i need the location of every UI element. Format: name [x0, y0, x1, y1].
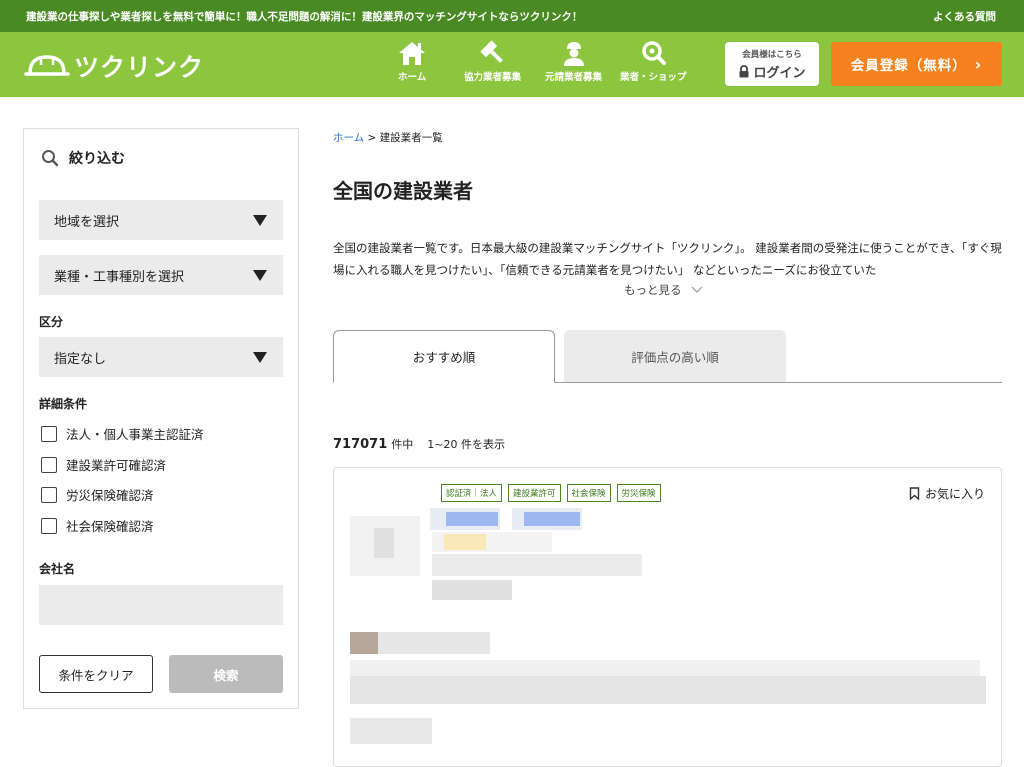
tab-top-rated[interactable]: 評価点の高い順 — [564, 330, 786, 382]
nav-contractor-label: 元請業者募集 — [545, 72, 603, 83]
division-select[interactable]: 指定なし — [39, 337, 283, 377]
nav-home[interactable]: ホーム — [398, 40, 426, 83]
company-label: 会社名 — [39, 562, 76, 576]
company-card[interactable]: 認証済｜法人 建設業許可 社会保険 労災保険 お気に入り — [333, 467, 1002, 767]
house-icon — [399, 42, 426, 65]
badge-social-insurance: 社会保険 — [566, 484, 611, 502]
nav-shops[interactable]: 業者・ショップ — [620, 40, 687, 83]
filter-heading: 絞り込む — [41, 148, 125, 168]
nav-home-label: ホーム — [398, 72, 427, 83]
chevron-right-icon: › — [974, 54, 983, 74]
show-more-label: もっと見る — [624, 283, 682, 297]
check-label: 社会保険確認済 — [66, 519, 154, 534]
login-note: 会員様はこちら — [742, 49, 802, 60]
check-label: 労災保険確認済 — [66, 488, 154, 503]
checkbox[interactable] — [41, 486, 57, 503]
checkbox[interactable] — [41, 456, 57, 473]
region-select-label: 地域を選択 — [54, 214, 120, 230]
register-button[interactable]: 会員登録（無料） › — [831, 42, 1002, 86]
badge-license: 建設業許可 — [508, 484, 561, 502]
region-select[interactable]: 地域を選択 — [39, 200, 283, 240]
favorite-label: お気に入り — [924, 487, 985, 501]
nav-shops-label: 業者・ショップ — [620, 72, 687, 83]
badge-verified: 認証済｜法人 — [441, 484, 503, 502]
check-license-verified[interactable]: 建設業許可確認済 — [41, 455, 166, 474]
triangle-down-icon — [253, 269, 267, 281]
checkbox[interactable] — [41, 517, 57, 534]
breadcrumb: ホーム > 建設業者一覧 — [333, 130, 443, 145]
bookmark-icon — [909, 487, 920, 500]
tab-recommended[interactable]: おすすめ順 — [333, 330, 555, 383]
favorite-button[interactable]: お気に入り — [909, 485, 985, 502]
faq-link[interactable]: よくある質問 — [933, 9, 996, 24]
check-workers-insurance[interactable]: 労災保険確認済 — [41, 485, 154, 504]
check-identity-verified[interactable]: 法人・個人事業主認証済 — [41, 424, 204, 443]
search-button[interactable]: 検索 — [169, 655, 283, 693]
details-label: 詳細条件 — [39, 397, 88, 411]
badge-workers-insurance: 労災保険 — [616, 484, 661, 502]
check-label: 法人・個人事業主認証済 — [66, 427, 204, 442]
division-select-label: 指定なし — [54, 351, 107, 367]
badge-list: 認証済｜法人 建設業許可 社会保険 労災保険 — [441, 484, 661, 502]
breadcrumb-separator: > — [364, 132, 380, 144]
nav-partner-label: 協力業者募集 — [464, 72, 522, 83]
login-label: ログイン — [753, 65, 806, 81]
result-range: 1~20 件を表示 — [427, 438, 505, 451]
result-count: 717071 件中 1~20 件を表示 — [333, 436, 505, 452]
announcement-bar: 建設業の仕事探しや業者探しを無料で簡単に！職人不足問題の解消に！建設業界のマッチ… — [0, 0, 1024, 32]
page-description: 全国の建設業者一覧です。日本最大級の建設業マッチングサイト「ツクリンク」。 建設… — [333, 241, 1002, 277]
breadcrumb-current: 建設業者一覧 — [379, 132, 443, 144]
search-icon — [642, 41, 667, 65]
filter-title: 絞り込む — [69, 151, 125, 167]
triangle-down-icon — [253, 214, 267, 226]
show-more-link[interactable]: もっと見る — [624, 282, 704, 298]
division-label: 区分 — [39, 315, 64, 329]
hammer-icon — [480, 40, 503, 63]
check-social-insurance[interactable]: 社会保険確認済 — [41, 516, 154, 535]
result-total: 717071 — [333, 437, 388, 452]
helmet-icon — [24, 55, 70, 76]
triangle-down-icon — [253, 351, 267, 363]
page-title: 全国の建設業者 — [333, 179, 473, 203]
login-button[interactable]: 会員様はこちら ログイン — [725, 42, 819, 86]
logo-text: ツクリンク — [74, 53, 205, 82]
logo[interactable]: ツクリンク — [24, 48, 204, 84]
search-icon — [42, 150, 59, 167]
check-label: 建設業許可確認済 — [66, 458, 167, 473]
lock-icon — [739, 64, 749, 77]
clear-button[interactable]: 条件をクリア — [39, 655, 153, 693]
announcement-text: 建設業の仕事探しや業者探しを無料で簡単に！職人不足問題の解消に！建設業界のマッチ… — [26, 10, 583, 23]
nav-partner-recruit[interactable]: 協力業者募集 — [464, 40, 521, 83]
category-select-label: 業種・工事種別を選択 — [54, 269, 185, 285]
company-name-input[interactable] — [39, 585, 283, 625]
chevron-down-icon — [690, 286, 703, 294]
breadcrumb-home[interactable]: ホーム — [333, 132, 364, 144]
result-total-suffix: 件中 — [391, 438, 414, 451]
filter-sidebar: 絞り込む 地域を選択 業種・工事種別を選択 区分 指定なし 詳細条件 法人・個人… — [23, 128, 299, 709]
register-label: 会員登録（無料） — [850, 58, 967, 74]
category-select[interactable]: 業種・工事種別を選択 — [39, 255, 283, 295]
worker-icon — [563, 42, 584, 66]
checkbox[interactable] — [41, 425, 57, 442]
site-header: ツクリンク ホーム 協力業者募集 元請業者募集 業者・ショップ 会員様はこちら … — [0, 32, 1024, 97]
nav-contractor-recruit[interactable]: 元請業者募集 — [545, 40, 602, 83]
